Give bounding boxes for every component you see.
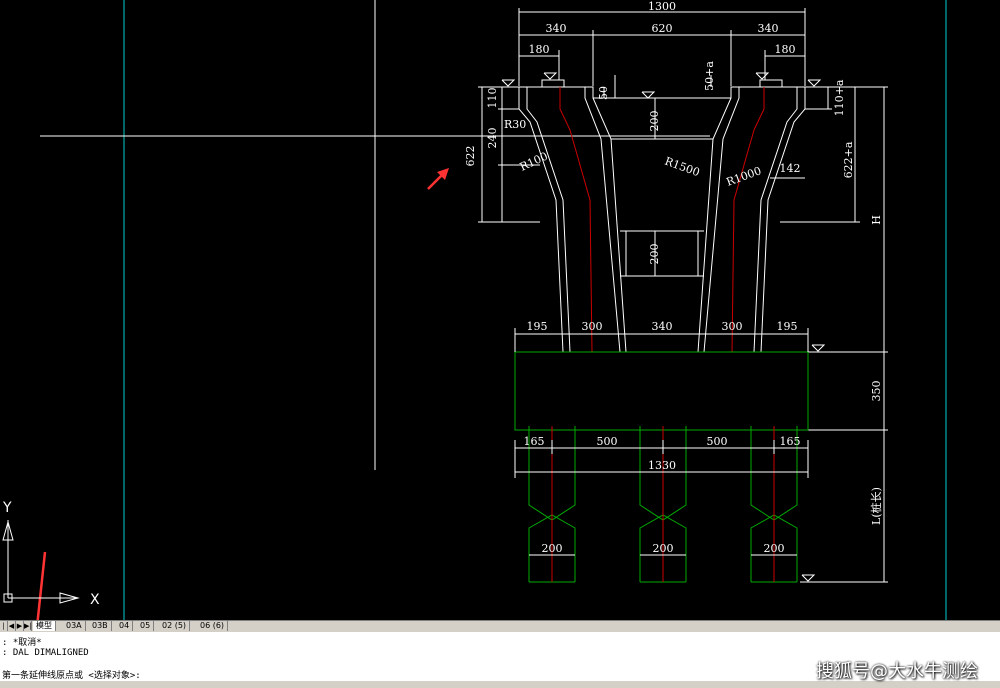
dim-340-right: 340 xyxy=(758,22,779,35)
dim-165-right: 165 xyxy=(780,435,801,448)
tab-03a[interactable]: 03A xyxy=(63,621,86,631)
dim-50: 50 xyxy=(597,86,610,100)
pile-cap xyxy=(514,351,809,431)
dim-pile-width-1: 200 xyxy=(542,542,563,555)
dim-620: 620 xyxy=(652,22,673,35)
dim-h: H xyxy=(870,215,883,225)
dim-300-right: 300 xyxy=(722,320,743,333)
dim-110: 110 xyxy=(486,88,499,109)
tab-02-5[interactable]: 02 (5) xyxy=(159,621,191,631)
ucs-x-label: X xyxy=(90,592,100,608)
dim-195-left: 195 xyxy=(527,320,548,333)
dim-195-right: 195 xyxy=(777,320,798,333)
command-history-line-1: : *取消* xyxy=(2,638,42,648)
dim-1330: 1330 xyxy=(648,459,676,472)
dim-pile-length: L(桩长) xyxy=(869,487,883,525)
dim-180-right: 180 xyxy=(775,43,796,56)
pier-outline xyxy=(518,79,806,353)
tab-04[interactable]: 04 xyxy=(116,621,134,631)
tab-model[interactable]: 模型 xyxy=(33,621,56,631)
dim-pile-width-2: 200 xyxy=(653,542,674,555)
dim-pile-width-3: 200 xyxy=(764,542,785,555)
dim-165-left: 165 xyxy=(524,435,545,448)
dim-110a: 110+a xyxy=(833,79,846,116)
ucs-y-label: Y xyxy=(2,500,12,516)
dim-622: 622 xyxy=(464,146,477,167)
annotation-arrow-top xyxy=(427,168,449,190)
tab-06-6[interactable]: 06 (6) xyxy=(197,621,229,631)
dim-300-left: 300 xyxy=(582,320,603,333)
dim-200-top: 200 xyxy=(648,111,661,132)
tab-next-button[interactable]: ▶ xyxy=(16,621,24,631)
dim-1300: 1300 xyxy=(648,0,676,13)
dim-340-left: 340 xyxy=(546,22,567,35)
tab-last-button[interactable]: ▶| xyxy=(24,621,32,631)
tab-first-button[interactable]: |◀ xyxy=(0,621,8,640)
dim-r100: R100 xyxy=(518,150,550,174)
dim-340-bottom: 340 xyxy=(652,320,673,333)
dim-622a: 622+a xyxy=(842,141,855,178)
command-prompt[interactable]: 第一条延伸线原点或 <选择对象>: xyxy=(2,668,141,681)
dim-500-right: 500 xyxy=(707,435,728,448)
cad-drawing: 1300 340 620 340 180 180 110 50 50+a 110… xyxy=(2,0,947,620)
tab-03b[interactable]: 03B xyxy=(89,621,112,631)
annotation-arrow-bottom xyxy=(36,551,47,620)
column-centerlines xyxy=(559,87,765,353)
dim-142: 142 xyxy=(780,162,801,175)
dim-180-left: 180 xyxy=(529,43,550,56)
dim-200-mid: 200 xyxy=(648,244,661,265)
dim-r1000: R1000 xyxy=(725,164,764,189)
watermark: 搜狐号@大水牛测绘 xyxy=(816,661,978,682)
tab-prev-button[interactable]: ◀ xyxy=(8,621,16,631)
command-history-line-2: : DAL DIMALIGNED xyxy=(2,648,89,658)
dim-240: 240 xyxy=(486,128,499,149)
dim-500-left: 500 xyxy=(597,435,618,448)
pile-dims xyxy=(514,440,809,556)
dim-350: 350 xyxy=(870,381,883,402)
tab-05[interactable]: 05 xyxy=(137,621,155,631)
top-dimension-lines xyxy=(518,8,806,86)
layout-tabs-bar: |◀ ◀ ▶ ▶| 模型 03A 03B 04 05 02 (5) 06 (6) xyxy=(0,620,1000,640)
dim-r30: R30 xyxy=(504,118,526,131)
dim-r1500: R1500 xyxy=(663,155,702,180)
drawing-canvas[interactable]: 1300 340 620 340 180 180 110 50 50+a 110… xyxy=(0,0,1000,620)
dim-50a: 50+a xyxy=(703,61,716,91)
